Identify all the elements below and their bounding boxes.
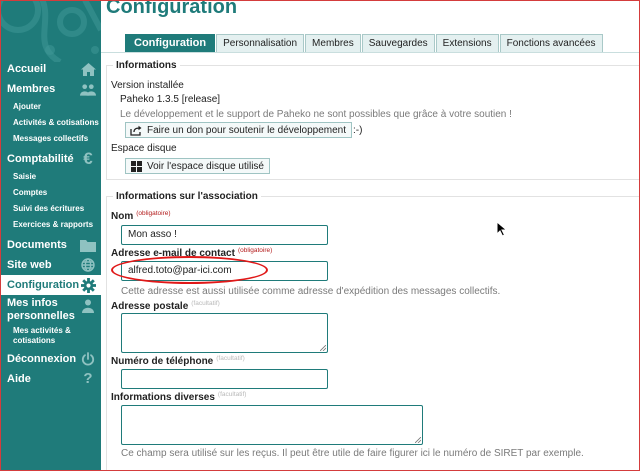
- sidebar-sub-suivi[interactable]: Suivi des écritures: [0, 201, 101, 217]
- resize-grip-icon[interactable]: [320, 345, 326, 351]
- sidebar-item-configuration[interactable]: Configuration: [0, 275, 101, 295]
- help-icon: ?: [83, 370, 93, 387]
- mouse-cursor-icon: [496, 221, 508, 237]
- resize-grip-icon[interactable]: [415, 437, 421, 443]
- phone-field[interactable]: [121, 369, 328, 389]
- tab-personnalisation[interactable]: Personnalisation: [216, 34, 305, 53]
- name-field[interactable]: Mon asso !: [121, 225, 328, 245]
- sidebar-sub-label: Suivi des écritures: [13, 204, 85, 213]
- optional-tag: (facultatif): [191, 300, 220, 307]
- disk-usage-button[interactable]: Voir l'espace disque utilisé: [125, 158, 270, 174]
- misc-textarea[interactable]: [121, 405, 423, 445]
- version-value: Paheko 1.3.5 [release]: [120, 94, 221, 105]
- euro-icon: €: [83, 149, 93, 168]
- sidebar-item-documents[interactable]: Documents: [0, 235, 101, 255]
- tab-sauvegardes[interactable]: Sauvegardes: [361, 34, 435, 53]
- misc-label-text: Informations diverses: [111, 392, 215, 403]
- tab-extensions[interactable]: Extensions: [435, 34, 499, 53]
- name-label-text: Nom: [111, 211, 134, 222]
- smiley-text: :-): [353, 125, 363, 136]
- sidebar-sub-comptes[interactable]: Comptes: [0, 185, 101, 201]
- sidebar-sub-messages[interactable]: Messages collectifs: [0, 131, 101, 147]
- sidebar-item-comptabilite[interactable]: Comptabilité €: [0, 149, 101, 169]
- donate-button[interactable]: Faire un don pour soutenir le développem…: [125, 122, 353, 138]
- sidebar-item-label: Accueil: [7, 63, 47, 75]
- sidebar-item-accueil[interactable]: Accueil: [0, 59, 101, 79]
- sidebar-item-deconnexion[interactable]: Déconnexion: [0, 349, 101, 369]
- misc-label: Informations diverses (facultatif): [111, 391, 246, 403]
- donate-button-label: Faire un don pour soutenir le développem…: [147, 124, 347, 136]
- tab-membres[interactable]: Membres: [305, 34, 361, 53]
- sidebar-sub-label: Activités & cotisations: [13, 118, 99, 127]
- sidebar-item-label: Comptabilité: [7, 153, 74, 165]
- sidebar-sub-label: Exercices & rapports: [13, 220, 94, 229]
- sidebar-item-label: Documents: [7, 239, 67, 251]
- sidebar-item-label: Déconnexion: [7, 353, 77, 365]
- main-content: Configuration Configuration Personnalisa…: [101, 0, 640, 471]
- sidebar-sub-saisie[interactable]: Saisie: [0, 169, 101, 185]
- optional-tag: (facultatif): [216, 355, 245, 362]
- home-icon: [80, 62, 96, 76]
- name-label: Nom (obligatoire): [111, 210, 171, 222]
- sidebar-sub-label: cotisations: [13, 336, 56, 345]
- gear-icon: [80, 277, 96, 293]
- required-tag: (obligatoire): [136, 210, 171, 217]
- logo-decoration: [0, 0, 101, 62]
- users-icon: [80, 82, 96, 96]
- sidebar: Accueil Membres Ajouter Activités & coti…: [0, 0, 101, 471]
- email-field[interactable]: alfred.toto@par-ici.com: [121, 261, 328, 281]
- sidebar-item-aide[interactable]: Aide ?: [0, 369, 101, 389]
- user-icon: [80, 299, 96, 313]
- sidebar-sub-ajouter[interactable]: Ajouter: [0, 99, 101, 115]
- sidebar-sub-mes-activites[interactable]: Mes activités & cotisations: [0, 324, 101, 346]
- globe-icon: [80, 258, 96, 272]
- folder-icon: [80, 238, 96, 252]
- sidebar-sub-label: Mes activités &: [13, 326, 71, 335]
- sidebar-sub-exercices[interactable]: Exercices & rapports: [0, 217, 101, 233]
- sidebar-item-label: Aide: [7, 373, 31, 385]
- sidebar-item-label: Configuration: [7, 279, 80, 291]
- tab-configuration[interactable]: Configuration: [125, 34, 216, 53]
- sidebar-sub-activites[interactable]: Activités & cotisations: [0, 115, 101, 131]
- grid-icon: [130, 160, 142, 172]
- required-tag: (obligatoire): [237, 247, 273, 254]
- sidebar-item-membres[interactable]: Membres: [0, 79, 101, 99]
- sidebar-sub-label: Messages collectifs: [13, 134, 89, 143]
- address-textarea[interactable]: [121, 313, 328, 353]
- sidebar-sub-label: Comptes: [13, 188, 48, 197]
- informations-legend: Informations: [116, 60, 177, 71]
- version-label: Version installée: [111, 80, 184, 91]
- optional-tag: (facultatif): [217, 391, 247, 398]
- address-label-text: Adresse postale: [111, 301, 189, 312]
- misc-help: Ce champ sera utilisé sur les reçus. Il …: [121, 448, 584, 459]
- sidebar-item-label: Mes infos personnelles: [7, 297, 75, 322]
- phone-label-text: Numéro de téléphone: [111, 356, 214, 367]
- tab-divider: [101, 52, 640, 53]
- address-label: Adresse postale (facultatif): [111, 300, 220, 312]
- tab-bar: Configuration Personnalisation Membres S…: [125, 34, 604, 53]
- sidebar-sub-label: Saisie: [13, 172, 37, 181]
- tab-fonctions-avancees[interactable]: Fonctions avancées: [499, 34, 603, 53]
- phone-label: Numéro de téléphone (facultatif): [111, 355, 245, 367]
- disk-label: Espace disque: [111, 143, 177, 154]
- sidebar-item-label: Membres: [7, 83, 56, 95]
- page-title: Configuration: [106, 0, 238, 18]
- support-text: Le développement et le support de Paheko…: [120, 109, 512, 120]
- sidebar-item-siteweb[interactable]: Site web: [0, 255, 101, 275]
- sidebar-item-label: Site web: [7, 259, 52, 271]
- sidebar-item-mes-infos[interactable]: Mes infos personnelles: [0, 296, 101, 324]
- power-icon: [80, 352, 96, 366]
- email-help: Cette adresse est aussi utilisée comme a…: [121, 286, 501, 297]
- sidebar-sub-label: Ajouter: [13, 102, 41, 111]
- share-icon: [130, 124, 142, 136]
- email-label-text: Adresse e-mail de contact: [111, 248, 235, 259]
- email-label: Adresse e-mail de contact (obligatoire): [111, 247, 272, 259]
- disk-usage-button-label: Voir l'espace disque utilisé: [147, 160, 264, 172]
- association-legend: Informations sur l'association: [116, 191, 258, 202]
